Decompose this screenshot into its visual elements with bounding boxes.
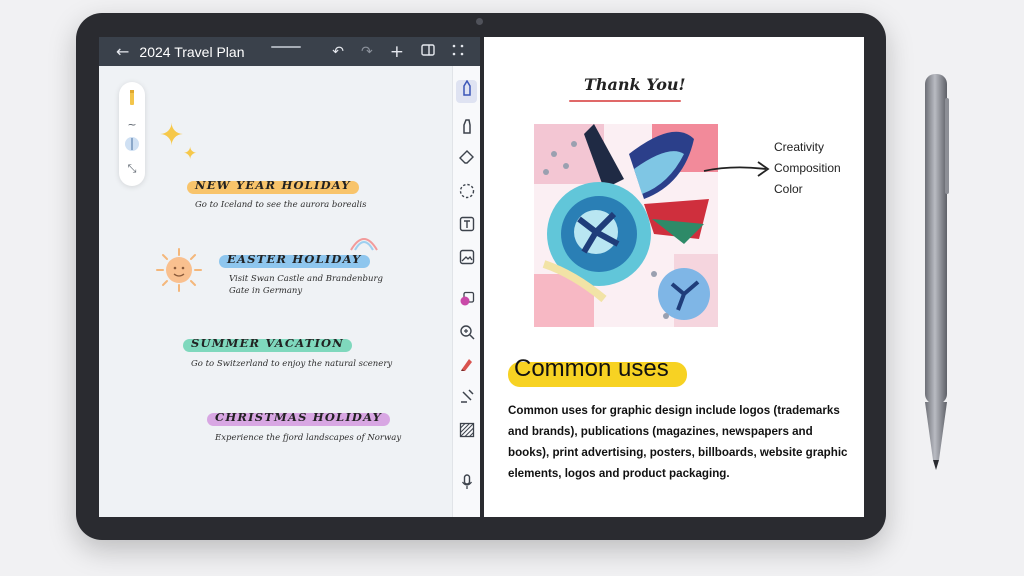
label-creativity: Creativity	[774, 140, 825, 154]
entry-desc-summer: Go to Switzerland to enjoy the natural s…	[191, 359, 393, 369]
stamp-tool-icon[interactable]	[453, 388, 481, 408]
entry-desc-new-year: Go to Iceland to see the aurora borealis	[195, 200, 367, 210]
rainbow-doodle-icon	[350, 238, 378, 251]
blue-pen-icon[interactable]	[119, 136, 145, 155]
image-tool-icon[interactable]	[453, 249, 481, 269]
top-bar-actions: ↶ ↷ +	[332, 37, 464, 66]
floating-pen-palette: ~ ⤡	[119, 82, 145, 186]
entry-title-christmas: CHRISTMAS HOLIDAY	[207, 410, 391, 426]
label-color: Color	[774, 182, 803, 196]
pen-tool-icon[interactable]	[456, 79, 477, 103]
lasso-tool-icon[interactable]	[453, 183, 481, 203]
note-title[interactable]: 2024 Travel Plan	[139, 44, 244, 60]
thank-you-heading: Thank You!	[584, 75, 686, 94]
redo-icon[interactable]: ↷	[361, 44, 373, 60]
split-screen: ← 2024 Travel Plan ↶ ↷ + ~ ⤡ ✦ ✦ NEW YEA…	[99, 37, 864, 517]
note-canvas[interactable]: ~ ⤡ ✦ ✦ NEW YEAR HOLIDAY Go to Iceland t…	[99, 66, 452, 517]
tablet-device: ← 2024 Travel Plan ↶ ↷ + ~ ⤡ ✦ ✦ NEW YEA…	[76, 13, 886, 540]
label-composition: Composition	[774, 161, 841, 175]
eraser-tool-icon[interactable]	[453, 150, 481, 168]
body-paragraph: Common uses for graphic design include l…	[508, 404, 848, 480]
document-pane[interactable]: Thank You! Creativity Composition Color …	[484, 37, 864, 517]
collapse-icon[interactable]: ⤡	[119, 162, 145, 176]
marker-tool-icon[interactable]	[453, 356, 481, 376]
entry-desc-easter: Visit Swan Castle and Brandenburg Gate i…	[229, 274, 383, 296]
window-drag-handle[interactable]	[271, 46, 301, 48]
entry-title-easter: EASTER HOLIDAY	[219, 252, 370, 268]
entry-title-new-year: NEW YEAR HOLIDAY	[187, 178, 359, 194]
texture-tool-icon[interactable]	[453, 422, 481, 442]
microphone-icon[interactable]	[453, 474, 481, 494]
design-labels: Creativity Composition Color	[774, 137, 841, 200]
split-layout-icon[interactable]	[421, 43, 435, 60]
entry-desc-christmas: Experience the fjord landscapes of Norwa…	[215, 433, 402, 443]
more-icon[interactable]	[452, 44, 464, 60]
arrow-right-icon	[703, 161, 770, 177]
brush-stroke-icon[interactable]: ~	[119, 118, 145, 131]
text-tool-icon[interactable]	[453, 216, 481, 236]
drawing-toolbar	[452, 66, 481, 517]
undo-icon[interactable]: ↶	[332, 44, 344, 60]
entry-title-summer: SUMMER VACATION	[183, 336, 352, 352]
zoom-tool-icon[interactable]	[453, 324, 481, 344]
flower-artwork-image	[534, 124, 718, 327]
sparkle-icon: ✦	[159, 118, 185, 153]
thank-you-underline	[569, 100, 681, 102]
yellow-pen-icon[interactable]	[119, 88, 145, 111]
add-icon[interactable]: +	[390, 42, 404, 62]
front-camera	[476, 18, 483, 25]
sun-doodle-icon	[156, 248, 202, 292]
stylus-pen	[925, 74, 949, 470]
highlighter-tool-icon[interactable]	[453, 118, 481, 138]
notes-top-bar: ← 2024 Travel Plan ↶ ↷ +	[99, 37, 480, 66]
common-uses-heading: Common uses	[508, 355, 687, 387]
back-arrow-icon[interactable]: ←	[116, 42, 129, 61]
sparkle-small-icon: ✦	[183, 144, 198, 164]
notes-app-pane: ← 2024 Travel Plan ↶ ↷ + ~ ⤡ ✦ ✦ NEW YEA…	[99, 37, 481, 517]
flower-illustration	[534, 124, 718, 327]
shape-tool-icon[interactable]	[453, 291, 481, 311]
